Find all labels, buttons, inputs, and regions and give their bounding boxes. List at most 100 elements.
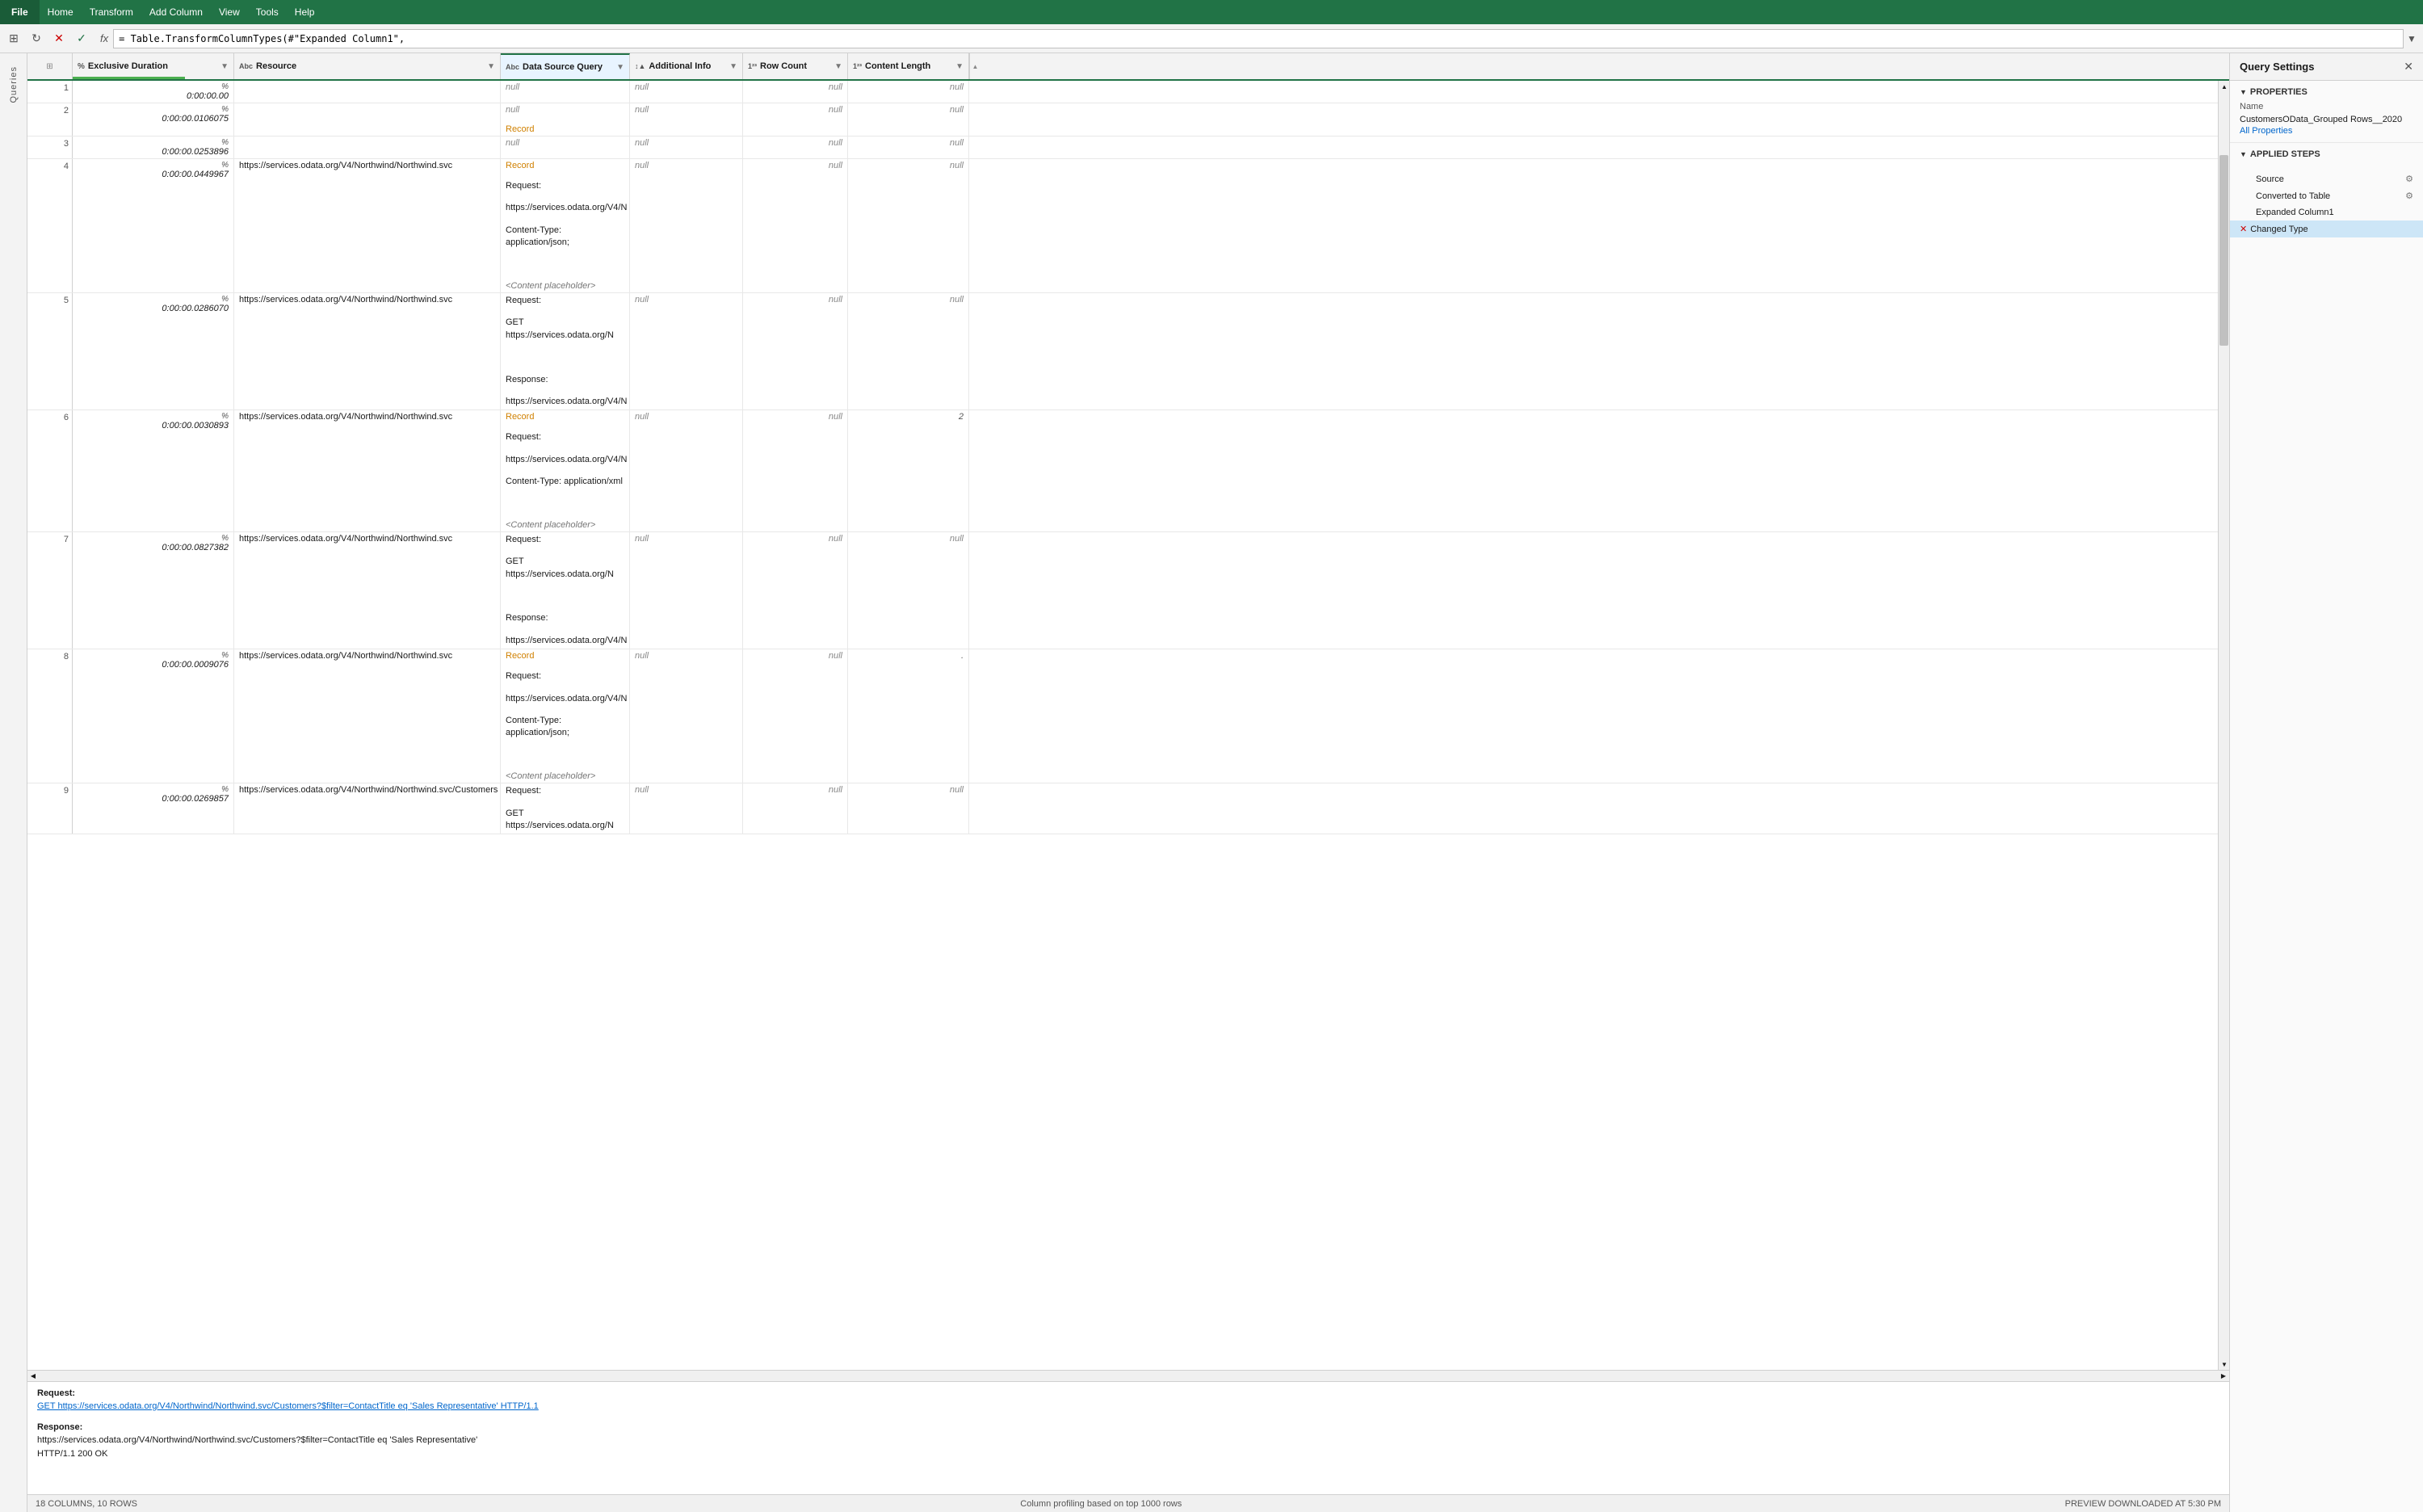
scroll-down-btn[interactable]: ▼ — [2219, 1359, 2229, 1370]
refresh-btn[interactable]: ↻ — [26, 28, 47, 49]
steps-list: Source ⚙ Converted to Table ⚙ Expanded C… — [2230, 167, 2423, 241]
query-name-input[interactable] — [2240, 113, 2413, 126]
row-num: 2 — [27, 103, 73, 136]
record-link[interactable]: Record — [506, 161, 534, 170]
record-link[interactable]: Record — [506, 651, 534, 661]
menu-tools[interactable]: Tools — [248, 0, 287, 24]
col-filter-additional[interactable]: ▼ — [724, 62, 737, 71]
row-num-header: ⊞ — [27, 53, 73, 79]
scroll-track[interactable] — [2219, 92, 2229, 1359]
vertical-scrollbar[interactable]: ▲ ▼ — [2218, 81, 2229, 1370]
cell-contentlen: null — [848, 159, 969, 292]
menu-transform[interactable]: Transform — [82, 0, 141, 24]
col-type-icon-additional: ↕▲ — [635, 62, 645, 70]
formula-expand-btn[interactable]: ▼ — [2404, 33, 2420, 44]
preview-response-url: https://services.odata.org/V4/Northwind/… — [37, 1434, 2219, 1447]
formula-bar-buttons: ⊞ ↻ ✕ ✓ — [3, 28, 92, 49]
v-scroll-up[interactable]: ▲ — [972, 63, 979, 70]
row-num: 1 — [27, 81, 73, 103]
grid-wrapper: 1 %0:00:00.00 null null null null 2 %0:0… — [27, 81, 2229, 1370]
query-settings-close-btn[interactable]: ✕ — [2404, 60, 2413, 74]
preview-request-label: Request: — [37, 1388, 2219, 1398]
step-delete-icon[interactable]: ✕ — [2240, 224, 2247, 234]
cancel-btn[interactable]: ✕ — [48, 28, 69, 49]
cell-datasource: null — [501, 81, 630, 103]
menu-view[interactable]: View — [211, 0, 248, 24]
cell-datasource: Request: GET https://services.odata.org/… — [501, 532, 630, 649]
col-header-datasource[interactable]: Abc Data Source Query ▼ — [501, 53, 630, 79]
menu-bar: File Home Transform Add Column View Tool… — [0, 0, 2423, 24]
horizontal-scrollbar[interactable]: ◀ ▶ — [27, 1370, 2229, 1381]
scroll-up-btn[interactable]: ▲ — [2219, 81, 2229, 92]
table-row: 2 %0:00:00.0106075 null Record null null… — [27, 103, 2218, 136]
menu-home[interactable]: Home — [40, 0, 82, 24]
cell-additional: null — [630, 410, 743, 531]
properties-section-header[interactable]: ▼ PROPERTIES — [2240, 87, 2413, 97]
step-gear-source[interactable]: ⚙ — [2405, 174, 2413, 184]
col-label-contentlen: Content Length — [865, 61, 930, 71]
applied-steps-arrow-icon: ▼ — [2240, 150, 2247, 158]
record-link[interactable]: Record — [506, 124, 534, 134]
step-label-expanded: Expanded Column1 — [2256, 208, 2413, 217]
table-row: 5 %0:00:00.0286070 https://services.odat… — [27, 293, 2218, 410]
col-header-resource[interactable]: Abc Resource ▼ — [234, 53, 501, 79]
col-label-additional: Additional Info — [649, 61, 711, 71]
cell-resource: https://services.odata.org/V4/Northwind/… — [234, 410, 501, 531]
col-type-icon-rowcount: 1²³ — [748, 62, 757, 70]
table-row: 3 %0:00:00.0253896 null null null null — [27, 136, 2218, 159]
col-type-icon-resource: Abc — [239, 62, 253, 70]
all-properties-link[interactable]: All Properties — [2240, 126, 2413, 136]
record-link[interactable]: Record — [506, 412, 534, 422]
applied-steps-header[interactable]: ▼ APPLIED STEPS — [2240, 149, 2413, 159]
status-preview-time: PREVIEW DOWNLOADED AT 5:30 PM — [2065, 1499, 2221, 1509]
scroll-thumb[interactable] — [2219, 155, 2228, 345]
col-filter-contentlen[interactable]: ▼ — [951, 62, 964, 71]
table-row: 7 %0:00:00.0827382 https://services.odat… — [27, 532, 2218, 649]
cell-rowcount: null — [743, 649, 848, 783]
formula-input[interactable] — [113, 29, 2404, 48]
col-label-resource: Resource — [256, 61, 296, 71]
table-icon-btn[interactable]: ⊞ — [3, 28, 24, 49]
cell-resource: https://services.odata.org/V4/Northwind/… — [234, 649, 501, 783]
cell-additional: null — [630, 649, 743, 783]
cell-contentlen: null — [848, 81, 969, 103]
row-num: 4 — [27, 159, 73, 292]
h-scroll-left-btn[interactable]: ◀ — [27, 1371, 39, 1382]
menu-help[interactable]: Help — [287, 0, 323, 24]
menu-add-column[interactable]: Add Column — [141, 0, 211, 24]
preview-request-url[interactable]: GET https://services.odata.org/V4/Northw… — [37, 1401, 539, 1411]
query-settings-header: Query Settings ✕ — [2230, 53, 2423, 81]
col-header-exclusive[interactable]: % Exclusive Duration ▼ — [73, 53, 234, 79]
cell-exclusive: %0:00:00.0827382 — [73, 532, 234, 649]
step-source[interactable]: Source ⚙ — [2230, 170, 2423, 187]
step-converted[interactable]: Converted to Table ⚙ — [2230, 187, 2423, 204]
query-settings-panel: Query Settings ✕ ▼ PROPERTIES Name All P… — [2229, 53, 2423, 1512]
col-type-icon-contentlen: 1²³ — [853, 62, 862, 70]
cell-additional: null — [630, 136, 743, 158]
menu-file[interactable]: File — [0, 0, 40, 24]
col-header-contentlen[interactable]: 1²³ Content Length ▼ — [848, 53, 969, 79]
step-gear-converted[interactable]: ⚙ — [2405, 191, 2413, 201]
col-filter-resource[interactable]: ▼ — [482, 62, 495, 71]
confirm-btn[interactable]: ✓ — [71, 28, 92, 49]
row-num: 3 — [27, 136, 73, 158]
table-row: 6 %0:00:00.0030893 https://services.odat… — [27, 410, 2218, 532]
status-bar: 18 COLUMNS, 10 ROWS Column profiling bas… — [27, 1494, 2229, 1512]
cell-contentlen: null — [848, 532, 969, 649]
grid-body[interactable]: 1 %0:00:00.00 null null null null 2 %0:0… — [27, 81, 2218, 1370]
preview-response-label: Response: — [37, 1422, 2219, 1432]
cell-resource: https://services.odata.org/V4/Northwind/… — [234, 293, 501, 410]
col-filter-datasource[interactable]: ▼ — [611, 63, 624, 72]
cell-resource — [234, 136, 501, 158]
col-filter-rowcount[interactable]: ▼ — [829, 62, 842, 71]
step-changed-type[interactable]: ✕ Changed Type — [2230, 220, 2423, 237]
h-scroll-right-btn[interactable]: ▶ — [2218, 1371, 2229, 1382]
cell-contentlen: 2 — [848, 410, 969, 531]
cell-exclusive: %0:00:00.0269857 — [73, 783, 234, 834]
col-header-rowcount[interactable]: 1²³ Row Count ▼ — [743, 53, 848, 79]
cell-exclusive: %0:00:00.0106075 — [73, 103, 234, 136]
step-expanded[interactable]: Expanded Column1 — [2230, 204, 2423, 220]
col-header-additional[interactable]: ↕▲ Additional Info ▼ — [630, 53, 743, 79]
col-filter-exclusive[interactable]: ▼ — [216, 62, 229, 71]
cell-resource — [234, 103, 501, 136]
